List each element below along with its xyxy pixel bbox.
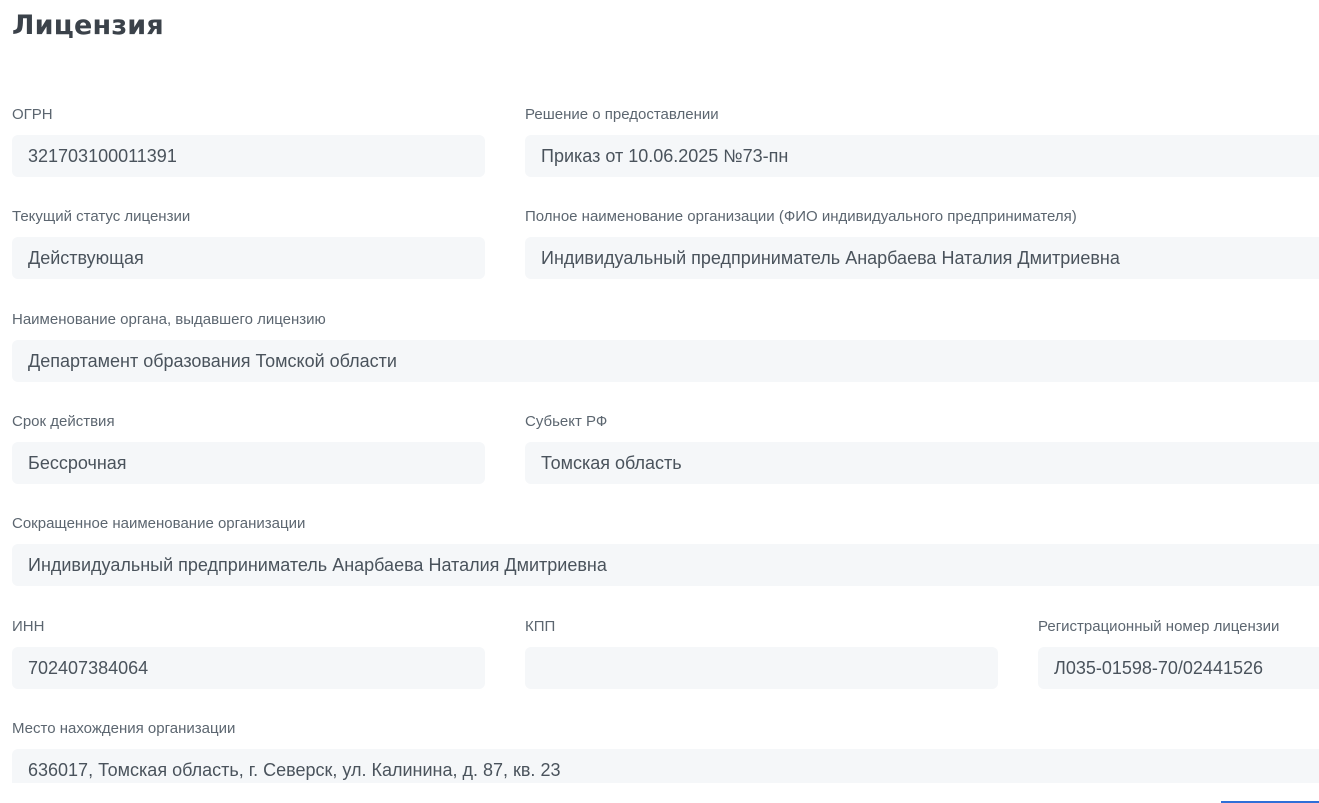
full-name-field: Полное наименование организации (ФИО инд…	[525, 207, 1319, 279]
region-value[interactable]: Томская область	[525, 442, 1319, 484]
short-name-field: Сокращенное наименование организации Инд…	[12, 514, 1319, 586]
reg-number-label: Регистрационный номер лицензии	[1038, 618, 1280, 635]
address-value[interactable]: 636017, Томская область, г. Северск, ул.…	[12, 749, 1319, 783]
kpp-label: КПП	[525, 618, 556, 635]
ogrn-value[interactable]: 321703100011391	[12, 135, 485, 177]
issuer-label: Наименование органа, выдавшего лицензию	[12, 311, 326, 328]
reg-number-value[interactable]: Л035-01598-70/02441526	[1038, 647, 1319, 689]
decision-field: Решение о предоставлении Приказ от 10.06…	[525, 105, 1319, 177]
status-field: Текущий статус лицензии Действующая	[12, 207, 485, 279]
inn-value[interactable]: 702407384064	[12, 647, 485, 689]
kpp-field: КПП	[525, 617, 998, 689]
address-label: Место нахождения организации	[12, 720, 236, 737]
issuer-field: Наименование органа, выдавшего лицензию …	[12, 310, 1319, 382]
validity-label: Срок действия	[12, 413, 115, 430]
decision-label: Решение о предоставлении	[525, 106, 719, 123]
short-name-value[interactable]: Индивидуальный предприниматель Анарбаева…	[12, 544, 1319, 586]
validity-field: Срок действия Бессрочная	[12, 412, 485, 484]
region-field: Субьект РФ Томская область	[525, 412, 1319, 484]
inn-label: ИНН	[12, 618, 45, 635]
kpp-value[interactable]	[525, 647, 998, 689]
short-name-label: Сокращенное наименование организации	[12, 515, 306, 532]
region-label: Субьект РФ	[525, 413, 608, 430]
full-name-value[interactable]: Индивидуальный предприниматель Анарбаева…	[525, 237, 1319, 279]
address-field: Место нахождения организации 636017, Том…	[12, 719, 1319, 783]
ogrn-field: ОГРН 321703100011391	[12, 105, 485, 177]
ogrn-label: ОГРН	[12, 106, 53, 123]
page-title: Лицензия	[12, 10, 164, 41]
decision-value[interactable]: Приказ от 10.06.2025 №73-пн	[525, 135, 1319, 177]
reg-number-field: Регистрационный номер лицензии Л035-0159…	[1038, 617, 1319, 689]
inn-field: ИНН 702407384064	[12, 617, 485, 689]
issuer-value[interactable]: Департамент образования Томской области	[12, 340, 1319, 382]
status-value[interactable]: Действующая	[12, 237, 485, 279]
full-name-label: Полное наименование организации (ФИО инд…	[525, 208, 1077, 225]
validity-value[interactable]: Бессрочная	[12, 442, 485, 484]
status-label: Текущий статус лицензии	[12, 208, 191, 225]
